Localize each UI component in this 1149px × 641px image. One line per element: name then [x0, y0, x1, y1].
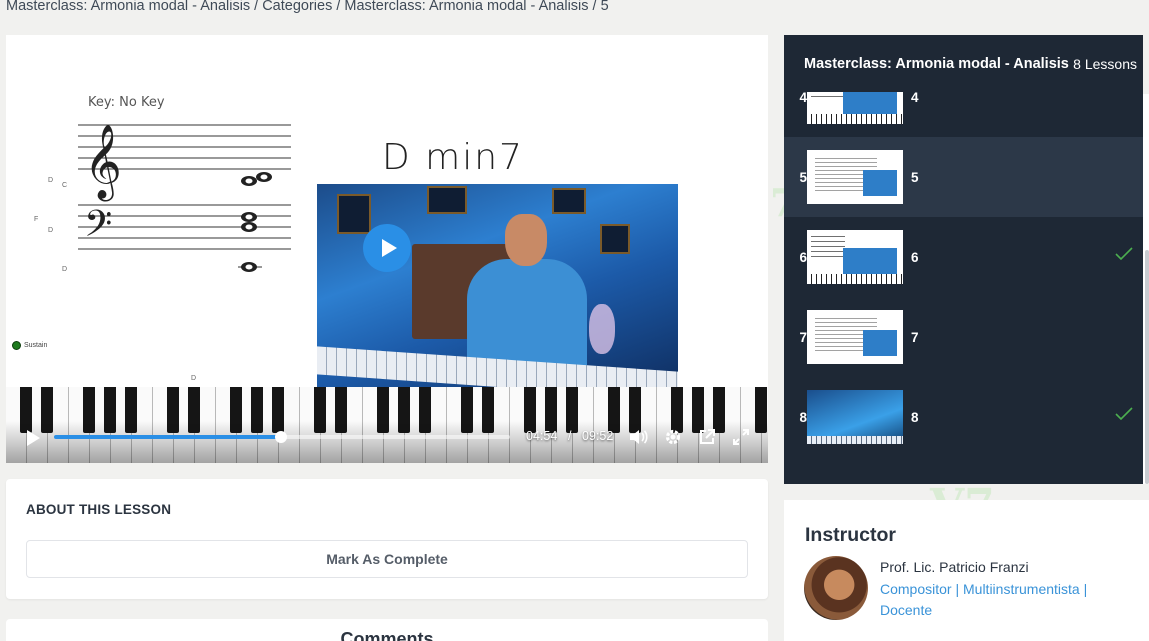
about-heading: ABOUT THIS LESSON — [26, 502, 172, 517]
mark-complete-button[interactable]: Mark As Complete — [26, 540, 748, 578]
pop-out-icon[interactable] — [697, 428, 717, 446]
sustain-label: Sustain — [24, 342, 48, 349]
lesson-thumbnail — [807, 390, 903, 444]
wall-frame — [600, 224, 630, 254]
wall-frame — [552, 188, 586, 214]
current-time: 04:54 — [526, 429, 558, 443]
lesson-number: 8 — [799, 409, 807, 425]
lesson-playlist: Masterclass: Armonia modal - Analisis 8 … — [784, 35, 1143, 484]
lesson-thumbnail — [807, 150, 903, 204]
webcam-overlay — [317, 184, 678, 387]
playlist-header: Masterclass: Armonia modal - Analisis 8 … — [784, 35, 1143, 92]
breadcrumb-categories-link[interactable]: Categories — [262, 0, 332, 14]
lesson-count: 8 Lessons — [1073, 55, 1137, 72]
breadcrumb: Masterclass: Armonia modal - Analisis / Ca… — [6, 0, 609, 14]
wall-frame — [427, 186, 467, 214]
side-note-label: F — [34, 216, 39, 223]
lesson-number: 6 — [799, 249, 807, 265]
thumb-keys — [807, 274, 903, 284]
comments-heading: Comments — [340, 629, 434, 641]
breadcrumb-current: 5 — [600, 0, 609, 14]
about-lesson-card: ABOUT THIS LESSON Mark As Complete — [6, 479, 768, 599]
playlist-item[interactable]: 88 — [784, 377, 1143, 449]
comments-card: Comments — [6, 619, 768, 641]
side-note-label: D — [48, 227, 54, 234]
progress-handle[interactable] — [274, 431, 287, 443]
sustain-dot-icon — [12, 341, 21, 350]
instructor-avatar — [804, 556, 868, 620]
instructor-name: Prof. Lic. Patricio Franzi — [880, 559, 1029, 575]
performer-head — [505, 214, 547, 266]
big-play-button[interactable] — [363, 224, 411, 272]
thumb-cam — [863, 330, 897, 356]
lesson-thumbnail — [807, 310, 903, 364]
completed-check-icon — [1115, 247, 1133, 261]
breadcrumb-course-link-2[interactable]: Masterclass: Armonia modal - Analisis — [344, 0, 588, 14]
thumb-keys — [807, 114, 903, 124]
side-note-label: D — [62, 266, 68, 273]
lesson-title: 5 — [911, 169, 919, 185]
performer-body — [467, 259, 587, 374]
play-button[interactable] — [24, 429, 42, 447]
playlist-title: Masterclass: Armonia modal - Analisis — [804, 55, 1069, 72]
settings-gear-icon[interactable] — [663, 428, 683, 446]
svg-text:𝄞: 𝄞 — [84, 125, 122, 202]
lesson-title: 7 — [911, 329, 919, 345]
playlist-item[interactable]: 66 — [784, 217, 1143, 297]
side-note-label: C — [62, 182, 68, 189]
chord-name: D min7 — [382, 137, 524, 178]
breadcrumb-course-link[interactable]: Masterclass: Armonia modal - Analisis — [6, 0, 250, 14]
svg-text:𝄢: 𝄢 — [84, 203, 112, 254]
bottom-note-label: D — [191, 375, 197, 382]
playlist-items: 4455667788 — [784, 57, 1143, 449]
ukulele — [589, 304, 615, 354]
playlist-item[interactable]: 55 — [784, 137, 1143, 217]
wall-frame — [337, 194, 371, 234]
fullscreen-icon[interactable] — [731, 428, 751, 446]
lesson-title: 8 — [911, 409, 919, 425]
side-note-label: D — [48, 177, 54, 184]
playlist-item[interactable]: 77 — [784, 297, 1143, 377]
player-controls: 04:54 / 09:52 — [6, 421, 768, 463]
progress-bar[interactable] — [54, 431, 510, 443]
video-player[interactable]: Key: No Key 𝄞 𝄢 D C F D D D D min7 Susta… — [6, 35, 768, 463]
lesson-number: 7 — [799, 329, 807, 345]
playlist-scrollbar-thumb[interactable] — [1145, 250, 1149, 484]
time-separator: / — [568, 429, 572, 443]
thumb-staff — [811, 236, 845, 260]
lesson-title: 6 — [911, 249, 919, 265]
completed-check-icon — [1115, 407, 1133, 421]
sustain-indicator: Sustain — [12, 341, 47, 350]
duration: 09:52 — [582, 429, 614, 443]
thumb-cam — [843, 248, 897, 274]
volume-icon[interactable] — [628, 428, 648, 446]
instructor-heading: Instructor — [805, 524, 897, 546]
lesson-thumbnail — [807, 230, 903, 284]
lesson-number: 5 — [799, 169, 807, 185]
thumb-keys — [807, 436, 903, 444]
progress-fill — [54, 435, 281, 439]
thumb-cam — [863, 170, 897, 196]
instructor-card: Instructor Prof. Lic. Patricio Franzi Co… — [784, 500, 1149, 641]
instructor-role-link[interactable]: Compositor | Multiinstrumentista | Docen… — [880, 579, 1110, 621]
